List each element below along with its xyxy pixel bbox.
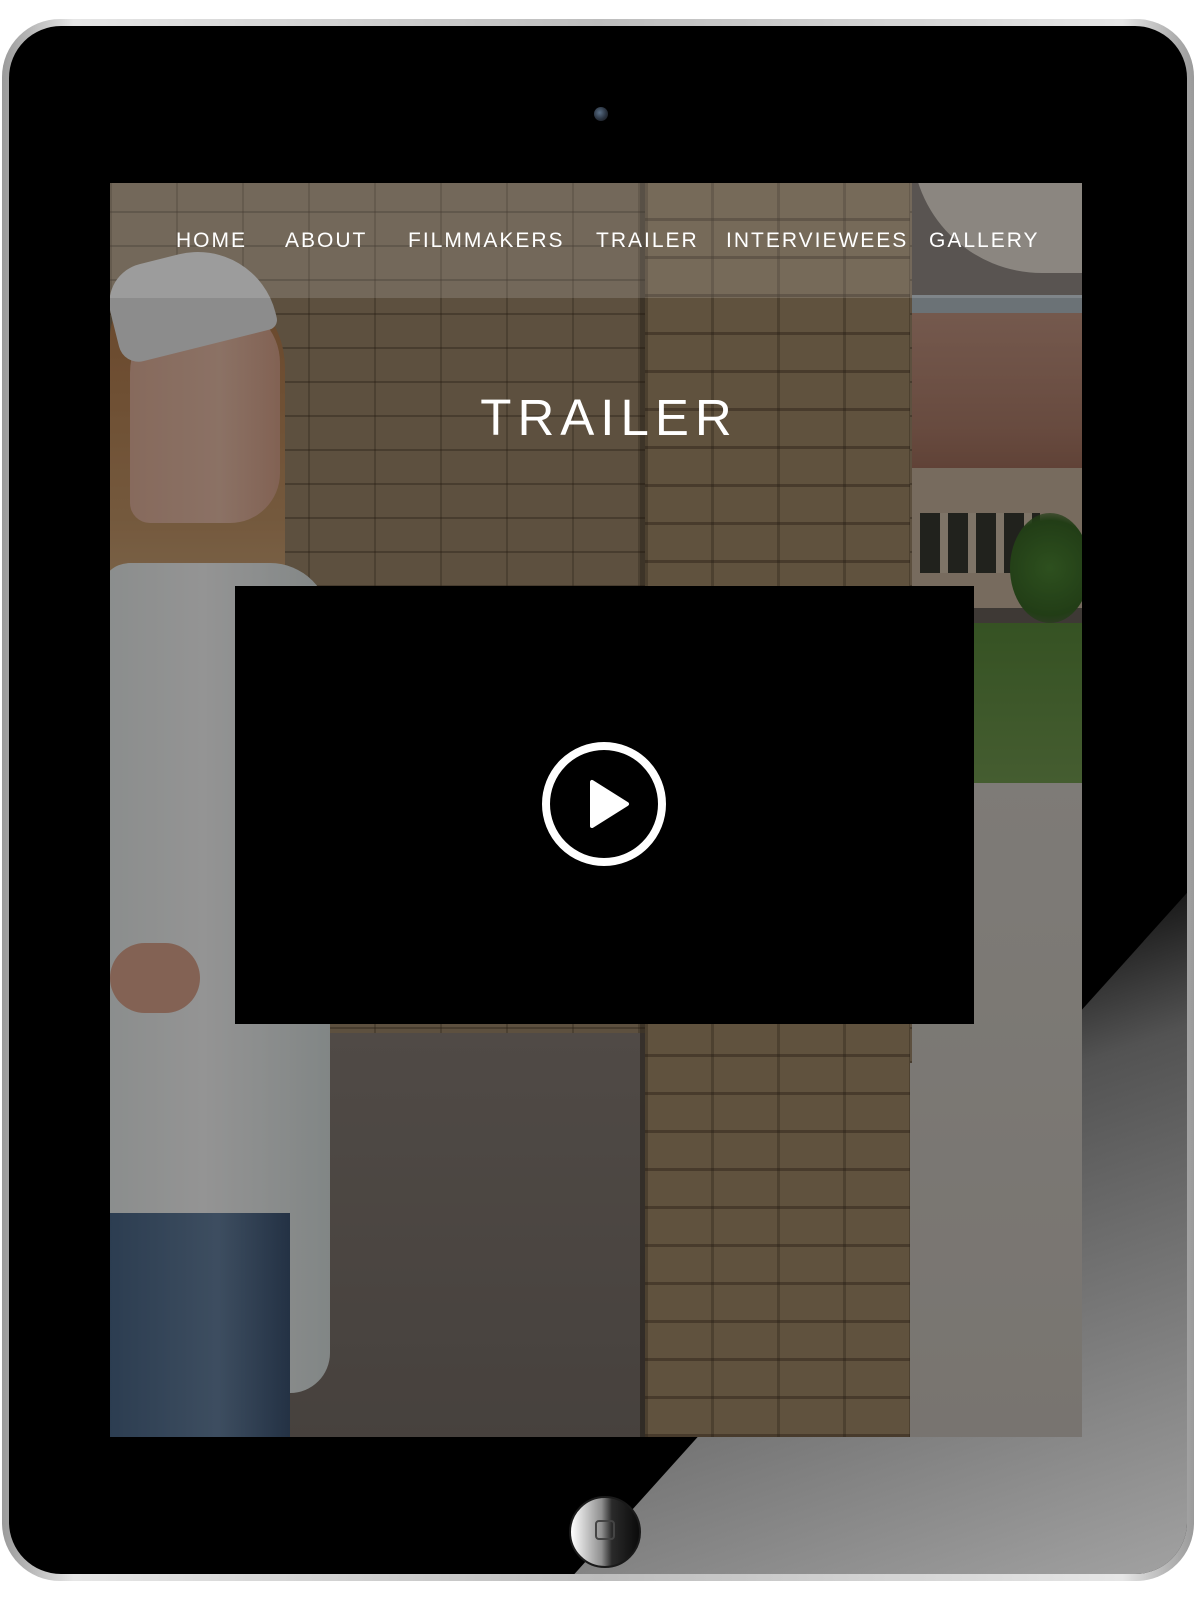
trailer-video-player[interactable] xyxy=(235,586,974,1024)
tablet-screen: HOME ABOUT FILMMAKERS TRAILER INTERVIEWE… xyxy=(110,183,1082,1437)
nav-item-filmmakers[interactable]: FILMMAKERS xyxy=(408,229,565,253)
home-square-icon xyxy=(595,1520,615,1540)
nav-item-about[interactable]: ABOUT xyxy=(285,229,367,253)
play-circle-icon xyxy=(542,742,666,866)
nav-item-home[interactable]: HOME xyxy=(176,229,247,253)
home-button[interactable] xyxy=(569,1496,641,1568)
front-camera-icon xyxy=(594,107,608,121)
nav-item-interviewees[interactable]: INTERVIEWEES xyxy=(726,229,908,253)
nav-item-trailer[interactable]: TRAILER xyxy=(596,229,699,253)
main-navigation: HOME ABOUT FILMMAKERS TRAILER INTERVIEWE… xyxy=(110,183,1082,298)
page-title: TRAILER xyxy=(480,389,738,446)
nav-item-gallery[interactable]: GALLERY xyxy=(929,229,1040,253)
play-button[interactable] xyxy=(540,740,668,868)
